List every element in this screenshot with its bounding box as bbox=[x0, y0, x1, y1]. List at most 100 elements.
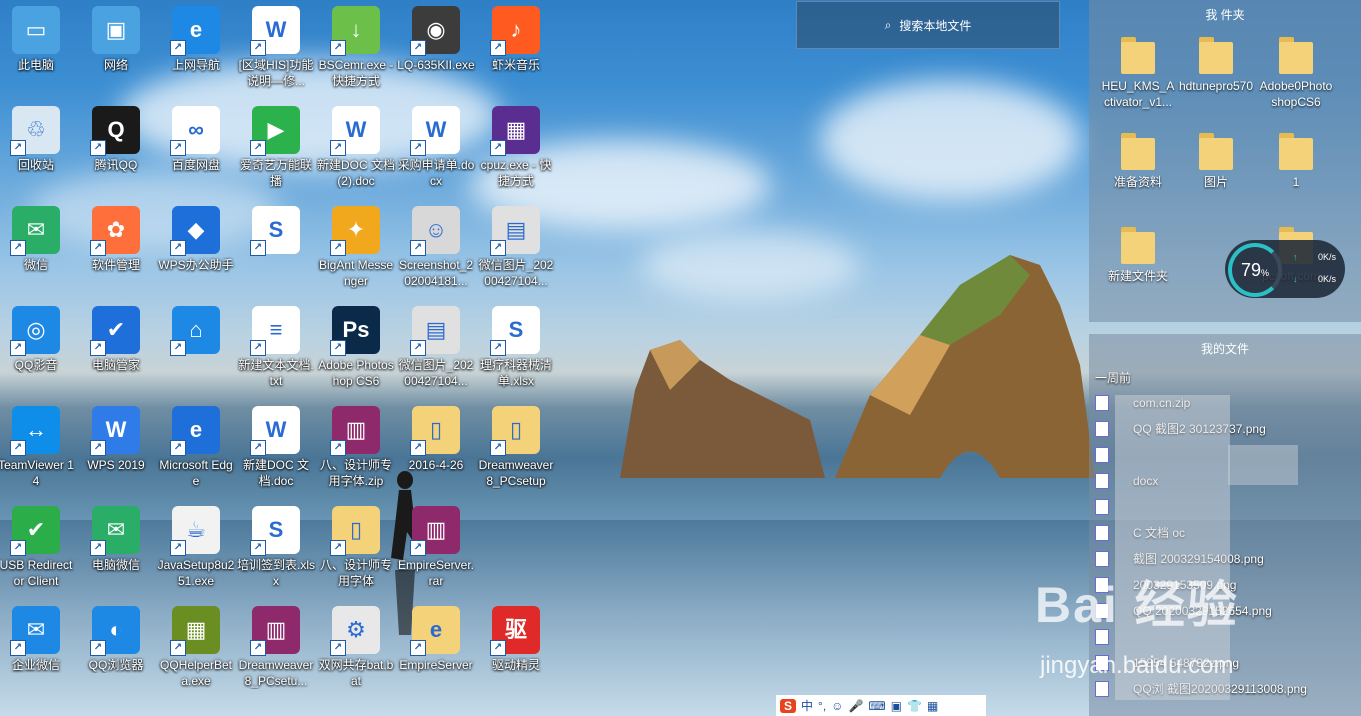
sogou-logo-icon[interactable]: S bbox=[780, 698, 797, 713]
shortcut-arrow-icon: ↗ bbox=[410, 240, 426, 256]
local-file-search[interactable]: ⌕ 搜索本地文件 bbox=[796, 1, 1060, 49]
desktop-icon[interactable]: ▯ ↗ 2016-4-26 bbox=[396, 404, 476, 504]
emoji-icon[interactable]: ☺ bbox=[831, 699, 843, 713]
desktop-icon[interactable]: ▦ ↗ QQHelperBeta.exe bbox=[156, 604, 236, 704]
desktop-icon[interactable]: ▥ ↗ EmpireServer.rar bbox=[396, 504, 476, 604]
desktop-icon[interactable]: W ↗ [区域HIS]功能说明—修... bbox=[236, 4, 316, 104]
desktop-icon[interactable]: Q ↗ 腾讯QQ bbox=[76, 104, 156, 204]
desktop-icon[interactable]: S ↗ 理疗科器械清单.xlsx bbox=[476, 304, 556, 404]
shortcut-arrow-icon: ↗ bbox=[170, 640, 186, 656]
desktop-icon[interactable]: ✦ ↗ BigAnt Messenger bbox=[316, 204, 396, 304]
menu-grid-icon[interactable]: ▦ bbox=[927, 699, 938, 713]
desktop-icon[interactable]: ▯ ↗ 八、设计师专用字体 bbox=[316, 504, 396, 604]
teamviewer-icon: ↔ ↗ bbox=[10, 406, 60, 456]
shortcut-arrow-icon: ↗ bbox=[330, 240, 346, 256]
privacy-blur bbox=[1228, 445, 1298, 485]
desktop-icon[interactable]: ✿ ↗ 软件管理 bbox=[76, 204, 156, 304]
desktop-icon[interactable]: ⚙ ↗ 双网共存bat.bat bbox=[316, 604, 396, 704]
desktop-icon-label: USB Redirector Client bbox=[0, 558, 73, 588]
desktop-icon[interactable]: ▭ 此电脑 bbox=[0, 4, 76, 104]
desktop-icon[interactable]: ♪ ↗ 虾米音乐 bbox=[476, 4, 556, 104]
spreadsheet-icon: S ↗ bbox=[490, 306, 540, 356]
desktop-icon[interactable]: e ↗ EmpireServer bbox=[396, 604, 476, 704]
desktop-icon[interactable]: ✉ ↗ 企业微信 bbox=[0, 604, 76, 704]
desktop-icon[interactable]: ▶ ↗ 爱奇艺万能联播 bbox=[236, 104, 316, 204]
shortcut-arrow-icon: ↗ bbox=[10, 140, 26, 156]
folder-widget-item[interactable]: 1 bbox=[1257, 128, 1335, 218]
desktop-icon[interactable]: ◎ ↗ QQ影音 bbox=[0, 304, 76, 404]
desktop-icon-label: 电脑微信 bbox=[91, 558, 140, 572]
folder-widget-item[interactable]: Adobe0PhotoshopCS6 bbox=[1257, 32, 1335, 122]
desktop-icon[interactable]: Ps ↗ Adobe Photoshop CS6 bbox=[316, 304, 396, 404]
desktop-icon[interactable]: ✔ ↗ 电脑管家 bbox=[76, 304, 156, 404]
shortcut-arrow-icon: ↗ bbox=[330, 440, 346, 456]
desktop-icon[interactable]: ≡ ↗ 新建文本文档.txt bbox=[236, 304, 316, 404]
desktop-icon[interactable]: ✉ ↗ 电脑微信 bbox=[76, 504, 156, 604]
shortcut-arrow-icon: ↗ bbox=[330, 540, 346, 556]
desktop-icon[interactable]: ▣ 网络 bbox=[76, 4, 156, 104]
desktop-icon[interactable]: ✉ ↗ 微信 bbox=[0, 204, 76, 304]
chinese-mode-icon[interactable]: 中 bbox=[801, 697, 813, 714]
desktop-icon[interactable]: W ↗ 采购申请单.docx bbox=[396, 104, 476, 204]
folder-widget-item[interactable]: 新建文件夹 bbox=[1099, 222, 1177, 312]
shortcut-arrow-icon: ↗ bbox=[490, 640, 506, 656]
desktop-icon[interactable]: ☕ ↗ JavaSetup8u251.exe bbox=[156, 504, 236, 604]
desktop-icon[interactable]: ◆ ↗ WPS办公助手 bbox=[156, 204, 236, 304]
desktop-icon[interactable]: ▯ ↗ Dreamweaver8_PCsetup bbox=[476, 404, 556, 504]
desktop-icon[interactable]: W ↗ 新建DOC 文档.doc bbox=[236, 404, 316, 504]
shortcut-arrow-icon: ↗ bbox=[490, 40, 506, 56]
file-icon bbox=[1095, 473, 1109, 489]
desktop-icon-label: WPS 2019 bbox=[87, 458, 145, 472]
desktop-icon[interactable]: ▦ ↗ cpuz.exe - 快捷方式 bbox=[476, 104, 556, 204]
desktop-icon[interactable]: ▤ ↗ 微信图片_20200427104... bbox=[476, 204, 556, 304]
speed-gauge-widget[interactable]: 79% ↑ 0K/s ↓ 0K/s bbox=[1225, 240, 1345, 298]
folder-widget-item[interactable]: 图片 bbox=[1177, 128, 1255, 218]
desktop-icon[interactable]: 驱 ↗ 驱动精灵 bbox=[476, 604, 556, 704]
wps-icon: W ↗ bbox=[90, 406, 140, 456]
folder-widget-label: 1 bbox=[1292, 175, 1300, 189]
desktop-icon[interactable]: ◐ ↗ QQ浏览器 bbox=[76, 604, 156, 704]
desktop-icon[interactable]: ∞ ↗ 百度网盘 bbox=[156, 104, 236, 204]
desktop-icon-label: 网络 bbox=[103, 58, 128, 72]
toolbox-icon[interactable]: ▣ bbox=[891, 699, 902, 713]
folder-icon: ▯ ↗ bbox=[330, 506, 380, 556]
desktop-icon[interactable]: ↔ ↗ TeamViewer 14 bbox=[0, 404, 76, 504]
desktop-icon[interactable]: S ↗ bbox=[236, 204, 316, 304]
rock-arch-left bbox=[620, 340, 825, 478]
desktop-icon[interactable]: ☺ ↗ Screenshot_202004181... bbox=[396, 204, 476, 304]
wps-assistant-icon: ◆ ↗ bbox=[170, 206, 220, 256]
shortcut-arrow-icon: ↗ bbox=[330, 140, 346, 156]
shortcut-arrow-icon: ↗ bbox=[10, 440, 26, 456]
folder-widget-item[interactable]: HEU_KMS_Activator_v1... bbox=[1099, 32, 1177, 122]
shortcut-arrow-icon: ↗ bbox=[410, 40, 426, 56]
folder-widget-item[interactable]: hdtunepro570 bbox=[1177, 32, 1255, 122]
desktop-icon[interactable]: S ↗ 培训签到表.xlsx bbox=[236, 504, 316, 604]
desktop-icon[interactable]: e ↗ 上网导航 bbox=[156, 4, 236, 104]
folder-icon bbox=[1121, 224, 1155, 264]
skin-icon[interactable]: 👕 bbox=[907, 699, 922, 713]
desktop-icon-label: 新建DOC 文档 (2).doc bbox=[317, 158, 396, 188]
shortcut-arrow-icon: ↗ bbox=[250, 640, 266, 656]
desktop-icon[interactable]: e ↗ Microsoft Edge bbox=[156, 404, 236, 504]
punctuation-icon[interactable]: °, bbox=[818, 699, 826, 713]
desktop-icon[interactable]: W ↗ WPS 2019 bbox=[76, 404, 156, 504]
desktop-icon[interactable]: W ↗ 新建DOC 文档 (2).doc bbox=[316, 104, 396, 204]
desktop-icon[interactable]: ◉ ↗ LQ-635KII.exe bbox=[396, 4, 476, 104]
desktop-icon[interactable]: ▤ ↗ 微信图片_20200427104... bbox=[396, 304, 476, 404]
desktop-icon-label: 2016-4-26 bbox=[408, 458, 464, 472]
desktop-icon[interactable]: ▥ ↗ Dreamweaver8_PCsetu... bbox=[236, 604, 316, 704]
desktop-icon-label: 新建DOC 文档.doc bbox=[242, 458, 309, 488]
desktop-icon[interactable]: ✔ ↗ USB Redirector Client bbox=[0, 504, 76, 604]
shortcut-arrow-icon: ↗ bbox=[490, 240, 506, 256]
desktop-icon[interactable]: ▥ ↗ 八、设计师专用字体.zip bbox=[316, 404, 396, 504]
folder-widget-item[interactable]: 准备资料 bbox=[1099, 128, 1177, 218]
ime-toolbar[interactable]: S 中 °, ☺ 🎤 ⌨ ▣ 👕 ▦ bbox=[776, 695, 986, 716]
desktop-icon[interactable]: ↓ ↗ BSCemr.exe - 快捷方式 bbox=[316, 4, 396, 104]
folder-widget-label: 新建文件夹 bbox=[1107, 269, 1168, 283]
folder-widget-label: HEU_KMS_Activator_v1... bbox=[1101, 79, 1175, 109]
microphone-icon[interactable]: 🎤 bbox=[848, 699, 863, 713]
keyboard-icon[interactable]: ⌨ bbox=[868, 699, 885, 713]
desktop-icon[interactable]: ⌂ ↗ bbox=[156, 304, 236, 404]
desktop-icon[interactable]: ♲ ↗ 回收站 bbox=[0, 104, 76, 204]
shortcut-arrow-icon: ↗ bbox=[250, 440, 266, 456]
